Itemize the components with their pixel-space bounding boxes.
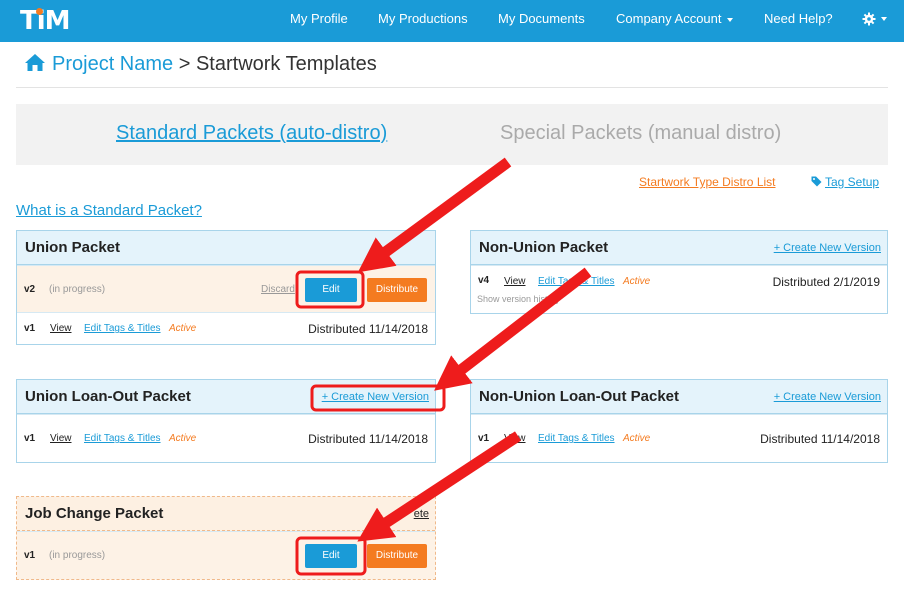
version-row: v2 (in progress) Discard Edit Distribute bbox=[17, 265, 435, 312]
logo-dot bbox=[36, 8, 43, 15]
chevron-down-icon bbox=[881, 16, 887, 21]
create-new-version-link[interactable]: + Create New Version bbox=[774, 391, 881, 403]
card-title: Non-Union Loan-Out Packet bbox=[479, 388, 679, 405]
status-in-progress: (in progress) bbox=[49, 284, 106, 295]
top-navbar: TiM My Profile My Productions My Documen… bbox=[0, 0, 904, 42]
view-link[interactable]: View bbox=[50, 433, 72, 444]
distribute-button[interactable]: Distribute bbox=[367, 278, 427, 302]
divider bbox=[16, 87, 888, 88]
show-version-history-link[interactable]: Show version history bbox=[477, 294, 560, 304]
gear-icon bbox=[862, 12, 876, 26]
view-link[interactable]: View bbox=[504, 433, 526, 444]
card-title: Job Change Packet bbox=[25, 505, 164, 522]
view-link[interactable]: View bbox=[504, 276, 526, 287]
status-in-progress: (in progress) bbox=[49, 550, 106, 561]
status-badge: Active bbox=[169, 433, 197, 444]
logo-text: TiM bbox=[20, 6, 71, 36]
tag-icon bbox=[811, 176, 822, 187]
card-title: Union Packet bbox=[25, 239, 121, 256]
card-header: Union Packet bbox=[17, 231, 435, 265]
view-link[interactable]: View bbox=[50, 323, 72, 334]
status-badge: Active bbox=[169, 323, 197, 334]
distribute-button[interactable]: Distribute bbox=[367, 544, 427, 568]
card-header: Non-Union Loan-Out Packet + Create New V… bbox=[471, 380, 887, 414]
status-badge: Active bbox=[623, 433, 651, 444]
non-union-packet-card: Non-Union Packet + Create New Version v4… bbox=[470, 230, 888, 314]
edit-button[interactable]: Edit bbox=[305, 544, 357, 568]
version-label: v1 bbox=[24, 323, 36, 334]
distributed-date: Distributed 11/14/2018 bbox=[308, 432, 428, 446]
version-label: v1 bbox=[478, 433, 490, 444]
card-header: Union Loan-Out Packet + Create New Versi… bbox=[17, 380, 435, 414]
distro-list-link[interactable]: Startwork Type Distro List bbox=[639, 175, 776, 189]
edit-tags-link[interactable]: Edit Tags & Titles bbox=[538, 276, 615, 287]
version-row: v1 (in progress) Edit Distribute bbox=[17, 531, 435, 579]
packet-type-tabs: Standard Packets (auto-distro) Special P… bbox=[16, 104, 888, 165]
distributed-date: Distributed 2/1/2019 bbox=[772, 275, 880, 289]
card-header: Non-Union Packet + Create New Version bbox=[471, 231, 887, 265]
card-title: Non-Union Packet bbox=[479, 239, 609, 256]
edit-tags-link[interactable]: Edit Tags & Titles bbox=[84, 433, 161, 444]
version-label: v2 bbox=[24, 284, 36, 295]
edit-tags-link[interactable]: Edit Tags & Titles bbox=[84, 323, 161, 334]
create-new-version-link[interactable]: + Create New Version bbox=[322, 391, 429, 403]
distributed-date: Distributed 11/14/2018 bbox=[760, 432, 880, 446]
edit-tags-link[interactable]: Edit Tags & Titles bbox=[538, 433, 615, 444]
card-title: Union Loan-Out Packet bbox=[25, 388, 191, 405]
page-title: Startwork Templates bbox=[195, 53, 377, 75]
tag-setup-label: Tag Setup bbox=[825, 175, 880, 189]
version-row: v1 View Edit Tags & Titles Active Distri… bbox=[17, 414, 435, 462]
tag-setup-link[interactable]: Tag Setup bbox=[811, 175, 879, 189]
nav-my-profile[interactable]: My Profile bbox=[290, 11, 348, 26]
nav-need-help[interactable]: Need Help? bbox=[764, 11, 833, 26]
tim-logo[interactable]: TiM bbox=[20, 6, 71, 36]
non-union-loanout-packet-card: Non-Union Loan-Out Packet + Create New V… bbox=[470, 379, 888, 463]
nav-my-productions[interactable]: My Productions bbox=[378, 11, 468, 26]
breadcrumb-separator: > bbox=[178, 53, 191, 75]
version-row: v4 View Edit Tags & Titles Active Distri… bbox=[471, 265, 887, 313]
status-badge: Active bbox=[623, 276, 651, 287]
version-label: v4 bbox=[478, 275, 490, 286]
chevron-down-icon bbox=[726, 17, 733, 22]
distributed-date: Distributed 11/14/2018 bbox=[308, 322, 428, 336]
breadcrumb: Project Name > Startwork Templates bbox=[24, 53, 377, 76]
breadcrumb-project[interactable]: Project Name bbox=[52, 53, 173, 75]
union-loanout-packet-card: Union Loan-Out Packet + Create New Versi… bbox=[16, 379, 436, 463]
version-label: v1 bbox=[24, 433, 36, 444]
tab-standard-packets[interactable]: Standard Packets (auto-distro) bbox=[116, 122, 387, 145]
nav-company-account-label: Company Account bbox=[616, 11, 722, 26]
settings-menu[interactable] bbox=[862, 10, 887, 26]
union-packet-card: Union Packet v2 (in progress) Discard Ed… bbox=[16, 230, 436, 345]
job-change-packet-card: Job Change Packet ete v1 (in progress) E… bbox=[16, 496, 436, 580]
nav-my-documents[interactable]: My Documents bbox=[498, 11, 585, 26]
home-icon[interactable] bbox=[24, 53, 46, 72]
discard-link[interactable]: Discard bbox=[261, 284, 295, 295]
card-header: Job Change Packet ete bbox=[17, 497, 435, 531]
version-label: v1 bbox=[24, 550, 36, 561]
nav-company-account[interactable]: Company Account bbox=[616, 11, 733, 26]
what-is-standard-packet-link[interactable]: What is a Standard Packet? bbox=[16, 202, 202, 219]
delete-link[interactable]: ete bbox=[414, 508, 429, 520]
tab-special-packets[interactable]: Special Packets (manual distro) bbox=[500, 122, 781, 145]
create-new-version-link[interactable]: + Create New Version bbox=[774, 242, 881, 254]
edit-button[interactable]: Edit bbox=[305, 278, 357, 302]
version-row: v1 View Edit Tags & Titles Active Distri… bbox=[17, 312, 435, 344]
version-row: v1 View Edit Tags & Titles Active Distri… bbox=[471, 414, 887, 462]
